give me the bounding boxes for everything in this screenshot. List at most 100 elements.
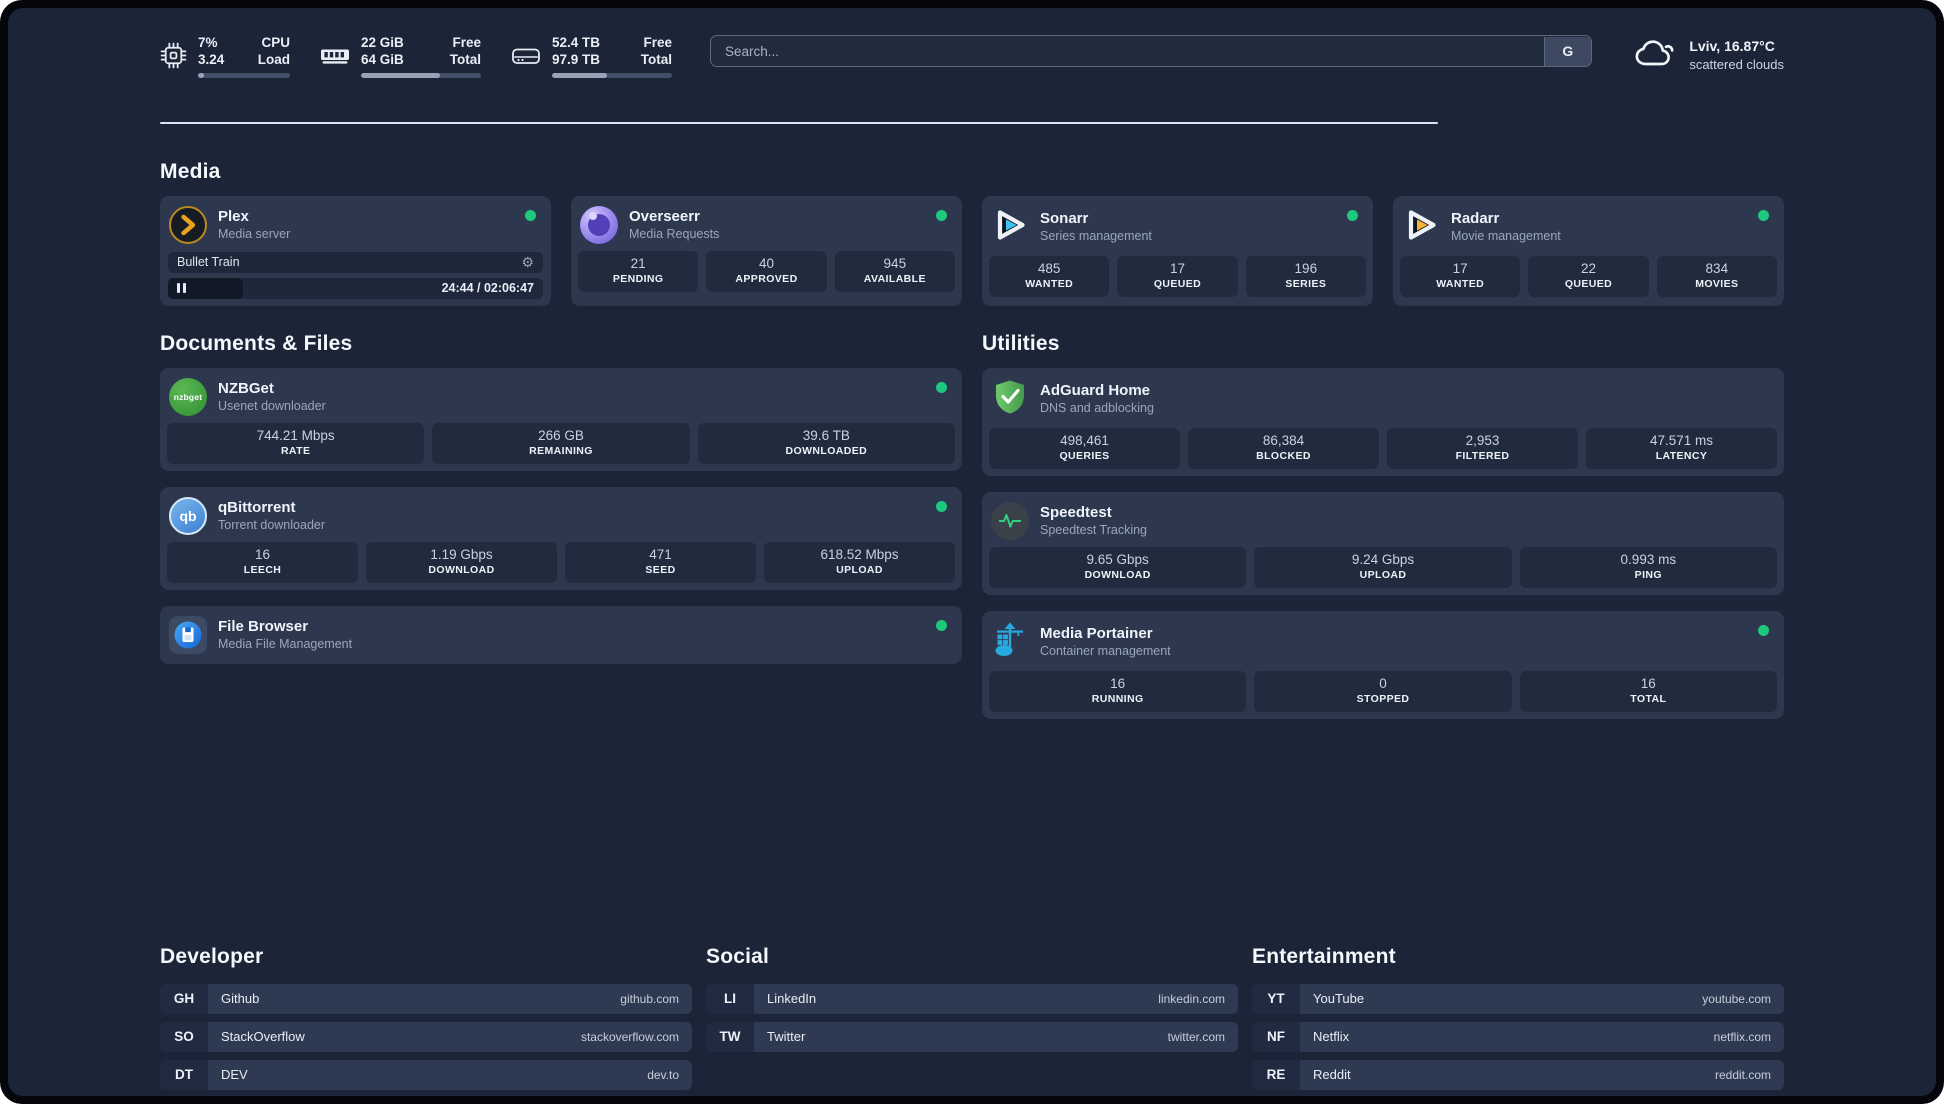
bookmark-url: twitter.com	[1167, 1029, 1225, 1044]
service-card-overseerr[interactable]: Overseerr Media Requests 21 PENDING 40 APP…	[571, 195, 962, 306]
plex-now-playing: Bullet Train ⚙ 24:44 / 02:06:47	[167, 251, 544, 299]
disk-total: 97.9 TB	[552, 52, 601, 67]
service-subtitle: Media Requests	[629, 226, 720, 241]
disk-free: 52.4 TB	[552, 35, 601, 50]
section-entertainment: Entertainment YT YouTube youtube.com NF N…	[1252, 945, 1784, 1097]
filebrowser-icon	[169, 615, 207, 654]
stat-label: PENDING	[612, 272, 664, 285]
bookmark-abbr: LI	[706, 983, 754, 1014]
stat-label: QUEUED	[1153, 277, 1202, 290]
cpu-icon	[160, 42, 187, 69]
stat-value: 21	[630, 255, 646, 271]
cloud-icon	[1632, 36, 1676, 73]
qbittorrent-icon-text: qb	[179, 507, 197, 524]
overseerr-icon	[580, 205, 618, 244]
service-card-sonarr[interactable]: Sonarr Series management 485 WANTED 17 QUE…	[982, 195, 1373, 306]
bookmark-abbr: RE	[1252, 1059, 1300, 1090]
stat-value: 485	[1037, 260, 1061, 276]
disk-icon	[511, 45, 541, 67]
bookmark-dev[interactable]: DT DEV dev.to	[160, 1059, 692, 1090]
section-title-social: Social	[706, 944, 770, 968]
stat-label: FILTERED	[1455, 449, 1510, 462]
search-provider-button[interactable]: G	[1543, 36, 1591, 66]
stat-tile: 17 QUEUED	[1117, 255, 1238, 297]
service-subtitle: Series management	[1040, 229, 1152, 243]
service-card-radarr[interactable]: Radarr Movie management 17 WANTED 22 QUEUE…	[1393, 195, 1784, 306]
bookmark-name: Twitter	[767, 1029, 806, 1044]
bookmark-abbr: GH	[160, 983, 208, 1014]
service-card-adguard[interactable]: AdGuard Home DNS and adblocking 498,461 Q…	[982, 367, 1784, 476]
section-title-documents: Documents & Files	[160, 331, 353, 355]
section-documents: Documents & Files nzbget NZBGet Usenet d…	[160, 332, 962, 664]
bookmark-github[interactable]: GH Github github.com	[160, 983, 692, 1014]
stat-value: 16	[1110, 675, 1126, 691]
stat-tile: 834 MOVIES	[1656, 255, 1777, 297]
stat-tile: 0.993 ms PING	[1519, 546, 1777, 588]
service-card-speedtest[interactable]: Speedtest Speedtest Tracking 9.65 Gbps DO…	[982, 491, 1784, 595]
stat-label: BLOCKED	[1256, 449, 1311, 462]
settings-gear-icon[interactable]: ⚙	[521, 255, 534, 269]
bookmark-url: stackoverflow.com	[580, 1029, 679, 1044]
bookmark-abbr: YT	[1252, 983, 1300, 1014]
bookmark-stackoverflow[interactable]: SO StackOverflow stackoverflow.com	[160, 1021, 692, 1052]
search-input[interactable]	[710, 35, 1593, 67]
stat-value: 498,461	[1060, 432, 1109, 448]
bookmark-netflix[interactable]: NF Netflix netflix.com	[1252, 1021, 1784, 1052]
bookmark-reddit[interactable]: RE Reddit reddit.com	[1252, 1059, 1784, 1090]
stat-tile: 744.21 Mbps RATE	[167, 422, 425, 464]
stat-value: 471	[649, 546, 672, 562]
memory-total: 64 GiB	[361, 52, 404, 67]
memory-icon	[320, 46, 350, 66]
stat-value: 40	[758, 255, 774, 271]
service-card-qbittorrent[interactable]: qb qBittorrent Torrent downloader 16 LEEC…	[160, 486, 962, 590]
section-title-media: Media	[160, 159, 221, 183]
disk-widget: 52.4 TB 97.9 TB Free Total	[511, 34, 672, 78]
service-name: File Browser	[218, 617, 309, 635]
stat-label: UPLOAD	[836, 563, 883, 576]
stat-label: DOWNLOAD	[1084, 568, 1151, 581]
service-name: Radarr	[1451, 210, 1500, 227]
weather-widget: Lviv, 16.87°C scattered clouds	[1632, 36, 1784, 73]
bookmark-url: reddit.com	[1714, 1067, 1771, 1082]
status-dot	[1758, 624, 1769, 636]
stat-value: 266 GB	[538, 427, 584, 443]
service-subtitle: Usenet downloader	[218, 398, 326, 413]
stat-tile: 16 LEECH	[167, 541, 358, 583]
bookmark-linkedin[interactable]: LI LinkedIn linkedin.com	[706, 983, 1238, 1014]
service-card-plex[interactable]: Plex Media server Bullet Train ⚙ 24:44 /…	[160, 195, 551, 306]
stat-tile: 86,384 BLOCKED	[1188, 427, 1379, 469]
status-dot	[1347, 209, 1358, 221]
plex-icon	[169, 205, 207, 244]
disk-progress-bar	[552, 73, 672, 78]
stat-tile: 2,953 FILTERED	[1387, 427, 1578, 469]
stat-label: STOPPED	[1356, 692, 1410, 705]
service-subtitle: DNS and adblocking	[1040, 401, 1154, 415]
bookmark-abbr: DT	[160, 1059, 208, 1090]
disk-progress-fill	[552, 73, 608, 78]
service-card-portainer[interactable]: Media Portainer Container management 16 R…	[982, 610, 1784, 719]
bookmark-youtube[interactable]: YT YouTube youtube.com	[1252, 983, 1784, 1014]
bookmark-abbr: NF	[1252, 1021, 1300, 1052]
memory-widget: 22 GiB 64 GiB Free Total	[320, 34, 481, 78]
cpu-progress-fill	[198, 73, 205, 78]
stat-tile: 498,461 QUERIES	[989, 427, 1180, 469]
speedtest-icon	[991, 501, 1029, 540]
stat-tile: 471 SEED	[565, 541, 756, 583]
bookmark-twitter[interactable]: TW Twitter twitter.com	[706, 1021, 1238, 1052]
stat-label: SERIES	[1285, 277, 1327, 290]
service-card-nzbget[interactable]: nzbget NZBGet Usenet downloader 744.21 M…	[160, 367, 962, 471]
stat-tile: 21 PENDING	[578, 250, 699, 292]
status-dot	[936, 619, 947, 631]
stat-value: 0.993 ms	[1620, 551, 1677, 567]
service-name: Speedtest	[1040, 503, 1112, 521]
service-card-filebrowser[interactable]: File Browser Media File Management	[160, 605, 962, 664]
service-subtitle: Torrent downloader	[218, 517, 326, 532]
stat-tile: 47.571 ms LATENCY	[1586, 427, 1777, 469]
stat-tile: 39.6 TB DOWNLOADED	[697, 422, 955, 464]
bookmark-url: linkedin.com	[1158, 991, 1225, 1006]
bookmark-abbr: TW	[706, 1021, 754, 1052]
stat-value: 39.6 TB	[802, 427, 850, 443]
service-name: Overseerr	[629, 207, 700, 225]
stat-value: 17	[1169, 260, 1185, 276]
stat-value: 744.21 Mbps	[256, 427, 335, 443]
